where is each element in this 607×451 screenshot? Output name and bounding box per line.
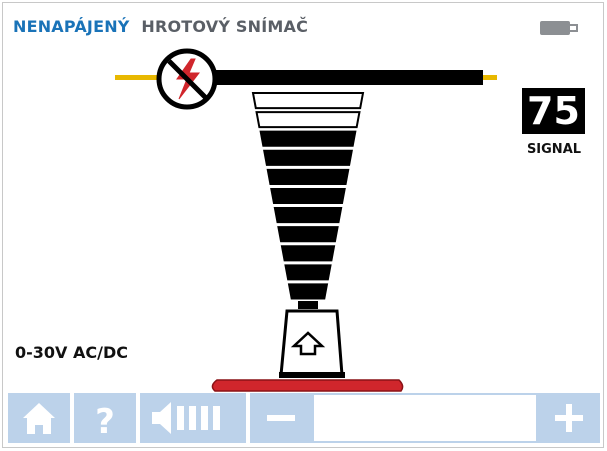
probe-base	[211, 379, 404, 392]
volume-icon	[152, 402, 220, 434]
signal-bar-filled	[277, 226, 339, 243]
signal-bar-empty	[255, 111, 361, 129]
signal-bar-empty	[251, 92, 365, 110]
signal-bar-filled	[270, 187, 346, 205]
signal-bar-filled	[266, 168, 350, 185]
signal-label: SIGNAL	[526, 142, 582, 157]
voltage-range-label: 0-30V AC/DC	[15, 343, 128, 362]
probe-illustration	[115, 48, 497, 392]
signal-bar-filled	[273, 207, 343, 224]
signal-strength-bars	[251, 92, 365, 309]
home-icon	[23, 403, 55, 434]
minus-icon	[267, 415, 295, 421]
signal-bar-filled	[259, 130, 357, 147]
help-button[interactable]: ?	[74, 393, 136, 443]
volume-up-button[interactable]	[538, 393, 600, 443]
svg-text:?: ?	[95, 402, 115, 442]
no-power-icon	[156, 48, 218, 110]
volume-level-track[interactable]	[312, 393, 538, 443]
volume-down-button[interactable]	[250, 393, 312, 443]
signal-bar-filled	[284, 264, 332, 281]
probe-tip	[279, 309, 345, 378]
plus-icon	[555, 404, 583, 432]
volume-button[interactable]	[140, 393, 246, 443]
signal-bar-filled	[263, 149, 353, 166]
home-button[interactable]	[8, 393, 70, 443]
signal-value: 75	[522, 88, 585, 134]
cone-tip	[298, 301, 318, 309]
help-icon: ?	[95, 402, 115, 442]
bottom-toolbar: ?	[8, 393, 600, 443]
signal-bar-filled	[287, 283, 329, 300]
signal-bar-filled	[280, 245, 336, 262]
tracer-screen: NENAPÁJENÝ HROTOVÝ SNÍMAČ 75 SIGNAL 0-30…	[2, 2, 604, 448]
